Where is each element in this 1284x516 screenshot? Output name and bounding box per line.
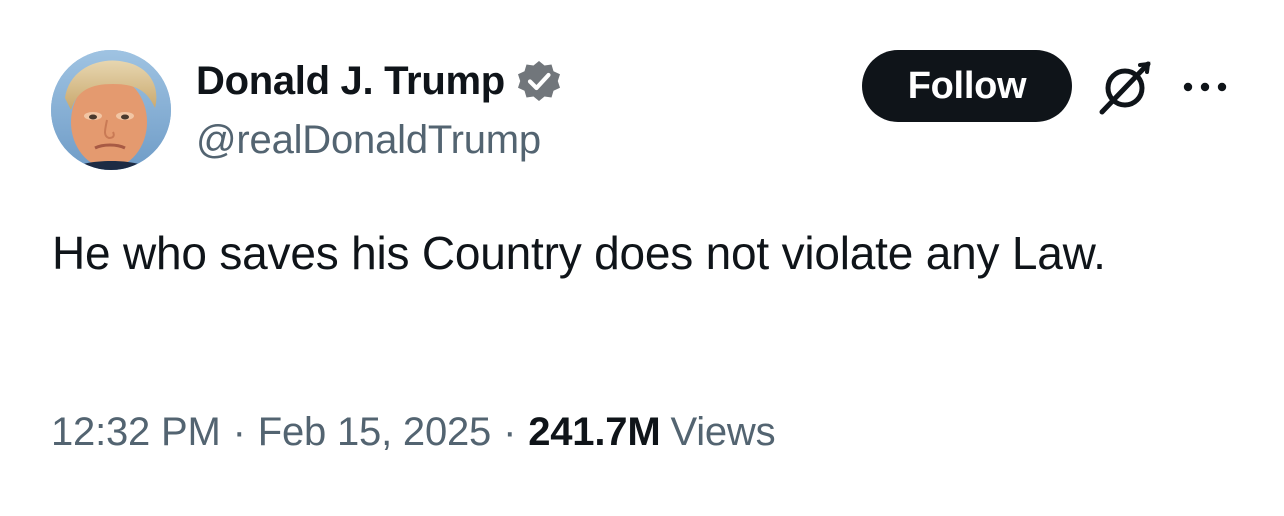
- author-name-row: Donald J. Trump: [196, 56, 563, 106]
- views-count[interactable]: 241.7M: [528, 410, 660, 455]
- more-options-icon[interactable]: [1180, 72, 1230, 102]
- views-label[interactable]: Views: [670, 410, 775, 455]
- tweet-time[interactable]: 12:32 PM: [51, 410, 221, 455]
- grok-icon[interactable]: [1096, 60, 1154, 116]
- tweet-text: He who saves his Country does not violat…: [52, 227, 1106, 279]
- author-handle[interactable]: @realDonaldTrump: [196, 118, 541, 163]
- tweet-meta: 12:32 PM · Feb 15, 2025 · 241.7M Views: [51, 410, 776, 455]
- tweet-date[interactable]: Feb 15, 2025: [258, 410, 492, 455]
- follow-button[interactable]: Follow: [862, 50, 1072, 122]
- meta-separator: ·: [503, 410, 517, 454]
- avatar-image: [51, 50, 171, 170]
- verified-badge-icon[interactable]: [515, 57, 563, 105]
- avatar[interactable]: [51, 50, 171, 170]
- author-display-name[interactable]: Donald J. Trump: [196, 59, 505, 104]
- meta-separator: ·: [232, 410, 246, 454]
